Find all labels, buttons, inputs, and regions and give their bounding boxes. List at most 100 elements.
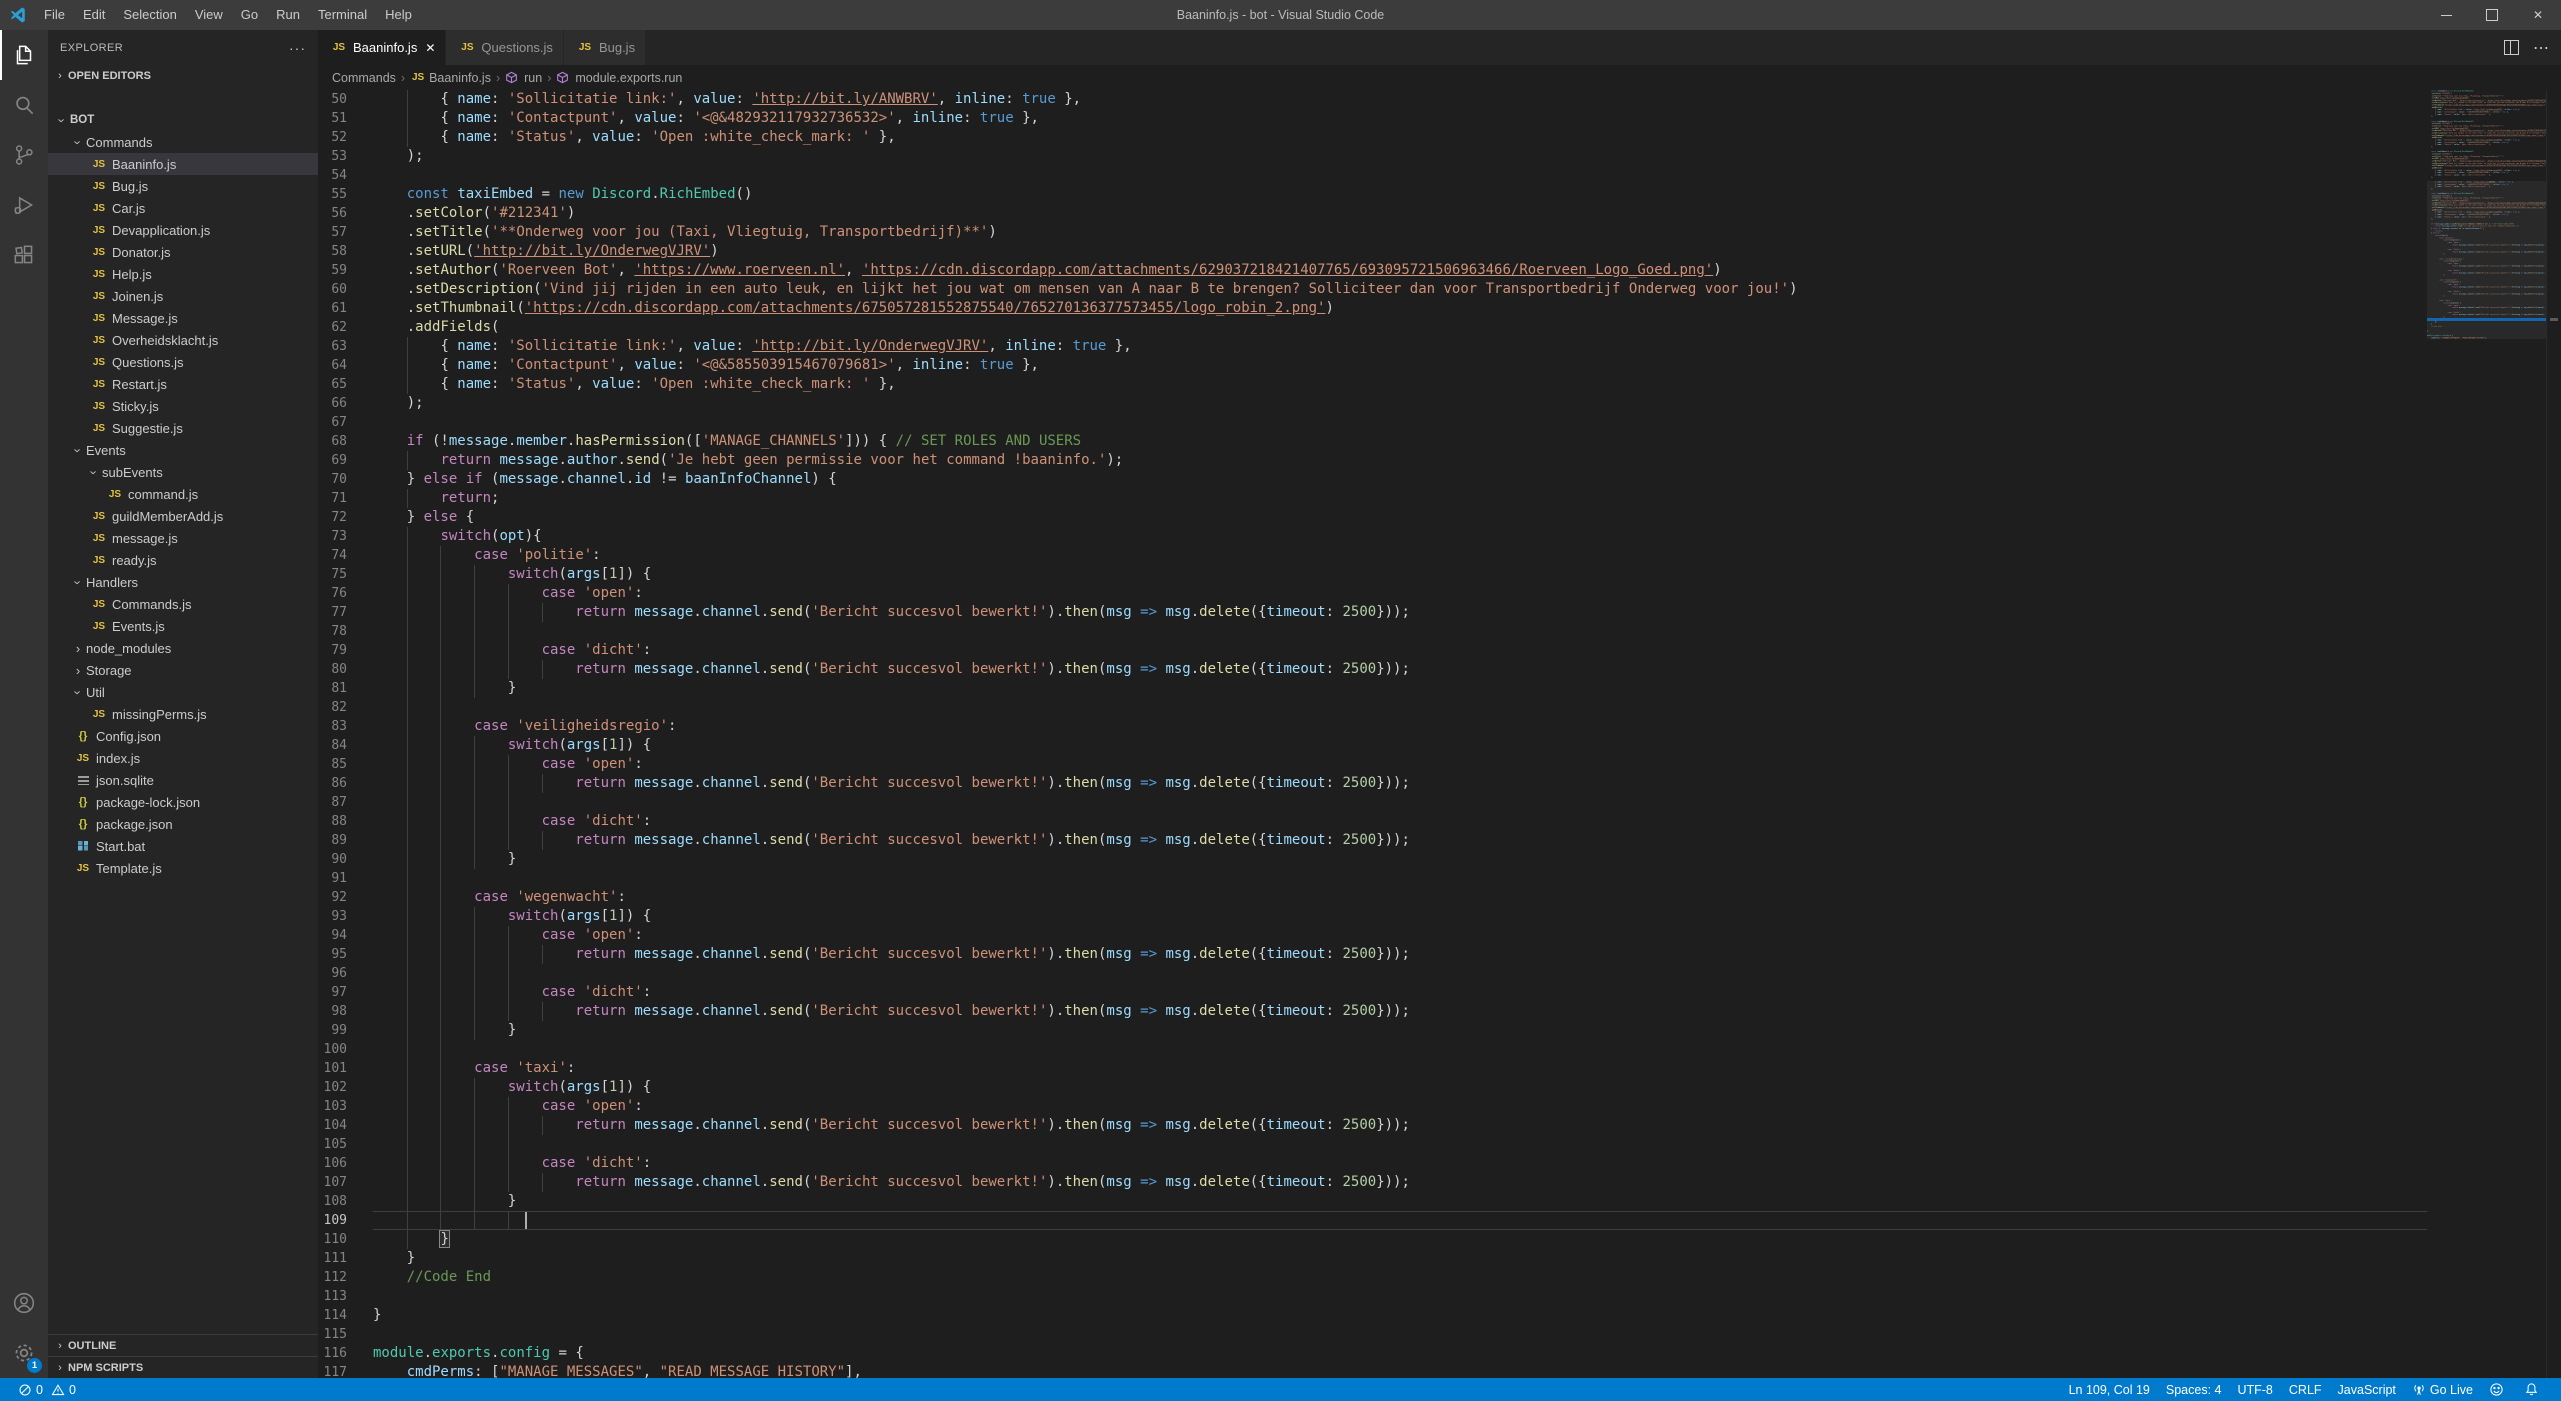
code-line-92[interactable]: case 'wegenwacht':: [373, 888, 2427, 907]
activity-extensions-button[interactable]: [0, 230, 48, 280]
menu-view[interactable]: View: [186, 0, 232, 30]
code-line-62[interactable]: .addFields(: [373, 318, 2427, 337]
split-editor-icon[interactable]: [2504, 40, 2519, 55]
code-line-77[interactable]: return message.channel.send('Bericht suc…: [373, 603, 2427, 622]
status-language-mode[interactable]: JavaScript: [2330, 1378, 2404, 1401]
code-line-86[interactable]: return message.channel.send('Bericht suc…: [373, 774, 2427, 793]
tree-file-overheidsklacht-js[interactable]: JSOverheidsklacht.js: [48, 329, 318, 351]
tree-folder-util[interactable]: ›Util: [48, 681, 318, 703]
tab-baaninfo-js[interactable]: JSBaaninfo.js✕: [318, 30, 446, 65]
code-line-78[interactable]: [373, 622, 2427, 641]
code-line-91[interactable]: [373, 869, 2427, 888]
status-indentation[interactable]: Spaces: 4: [2158, 1378, 2230, 1401]
code-line-74[interactable]: case 'politie':: [373, 546, 2427, 565]
code-line-60[interactable]: .setDescription('Vind jij rijden in een …: [373, 280, 2427, 299]
code-line-93[interactable]: switch(args[1]) {: [373, 907, 2427, 926]
status-go-live[interactable]: Go Live: [2404, 1378, 2481, 1401]
tree-file-questions-js[interactable]: JSQuestions.js: [48, 351, 318, 373]
tree-file-missingperms-js[interactable]: JSmissingPerms.js: [48, 703, 318, 725]
code-line-96[interactable]: [373, 964, 2427, 983]
code-line-106[interactable]: case 'dicht':: [373, 1154, 2427, 1173]
code-line-50[interactable]: { name: 'Sollicitatie link:', value: 'ht…: [373, 90, 2427, 109]
tree-file-joinen-js[interactable]: JSJoinen.js: [48, 285, 318, 307]
code-line-72[interactable]: } else {: [373, 508, 2427, 527]
tree-file-json-sqlite[interactable]: json.sqlite: [48, 769, 318, 791]
tree-folder-storage[interactable]: ›Storage: [48, 659, 318, 681]
tree-file-help-js[interactable]: JSHelp.js: [48, 263, 318, 285]
tree-file-command-js[interactable]: JScommand.js: [48, 483, 318, 505]
code-line-80[interactable]: return message.channel.send('Bericht suc…: [373, 660, 2427, 679]
activity-settings-button[interactable]: 1: [0, 1328, 48, 1378]
feedback-smiley-icon[interactable]: [2481, 1378, 2516, 1401]
open-editors-section[interactable]: › OPEN EDITORS: [48, 65, 318, 87]
code-line-83[interactable]: case 'veiligheidsregio':: [373, 717, 2427, 736]
tree-file-events-js[interactable]: JSEvents.js: [48, 615, 318, 637]
breadcrumb-run[interactable]: run: [505, 71, 542, 85]
code-line-114[interactable]: }: [373, 1306, 2427, 1325]
code-line-100[interactable]: [373, 1040, 2427, 1059]
tree-file-devapplication-js[interactable]: JSDevapplication.js: [48, 219, 318, 241]
breadcrumb-commands[interactable]: Commands: [332, 71, 396, 85]
code-line-70[interactable]: } else if (message.channel.id != baanInf…: [373, 470, 2427, 489]
tree-folder-bot[interactable]: ›BOT: [48, 109, 318, 131]
code-line-110[interactable]: }: [373, 1230, 2427, 1249]
code-line-117[interactable]: cmdPerms: ["MANAGE_MESSAGES", "READ_MESS…: [373, 1363, 2427, 1378]
status-encoding[interactable]: UTF-8: [2229, 1378, 2280, 1401]
tree-file-template-js[interactable]: JSTemplate.js: [48, 857, 318, 879]
code-line-98[interactable]: return message.channel.send('Bericht suc…: [373, 1002, 2427, 1021]
code-line-66[interactable]: );: [373, 394, 2427, 413]
code-line-88[interactable]: case 'dicht':: [373, 812, 2427, 831]
code-line-101[interactable]: case 'taxi':: [373, 1059, 2427, 1078]
code-line-99[interactable]: }: [373, 1021, 2427, 1040]
overview-ruler-scrollbar[interactable]: [2546, 90, 2561, 1378]
code-line-95[interactable]: return message.channel.send('Bericht suc…: [373, 945, 2427, 964]
tree-file-commands-js[interactable]: JSCommands.js: [48, 593, 318, 615]
activity-source-control-button[interactable]: [0, 130, 48, 180]
minimap-viewport[interactable]: [2427, 181, 2547, 339]
tree-file-message-js[interactable]: JSmessage.js: [48, 527, 318, 549]
tab-bug-js[interactable]: JSBug.js: [564, 30, 646, 65]
notifications-bell-icon[interactable]: [2516, 1378, 2551, 1401]
tab-close-icon[interactable]: ✕: [425, 41, 435, 55]
minimap[interactable]: const taxiEmbed = new Discord.RichEmbed(…: [2427, 90, 2547, 1378]
tree-file-restart-js[interactable]: JSRestart.js: [48, 373, 318, 395]
tree-folder-node-modules[interactable]: ›node_modules: [48, 637, 318, 659]
status-eol[interactable]: CRLF: [2281, 1378, 2330, 1401]
code-line-69[interactable]: return message.author.send('Je hebt geen…: [373, 451, 2427, 470]
close-button[interactable]: ✕: [2515, 0, 2561, 30]
code-line-89[interactable]: return message.channel.send('Bericht suc…: [373, 831, 2427, 850]
code-line-71[interactable]: return;: [373, 489, 2427, 508]
code-line-84[interactable]: switch(args[1]) {: [373, 736, 2427, 755]
tree-folder-subevents[interactable]: ›subEvents: [48, 461, 318, 483]
problems-indicator[interactable]: 0 0: [10, 1378, 84, 1401]
menu-run[interactable]: Run: [267, 0, 309, 30]
breadcrumb-module-exports-run[interactable]: module.exports.run: [556, 71, 682, 85]
code-line-64[interactable]: { name: 'Contactpunt', value: '<@&585503…: [373, 356, 2427, 375]
code-line-81[interactable]: }: [373, 679, 2427, 698]
code-line-111[interactable]: }: [373, 1249, 2427, 1268]
code-line-68[interactable]: if (!message.member.hasPermission(['MANA…: [373, 432, 2427, 451]
outline-section[interactable]: › OUTLINE: [48, 1334, 318, 1356]
tree-file-baaninfo-js[interactable]: JSBaaninfo.js: [48, 153, 318, 175]
tree-folder-events[interactable]: ›Events: [48, 439, 318, 461]
minimize-button[interactable]: [2423, 0, 2469, 30]
tree-folder-commands[interactable]: ›Commands: [48, 131, 318, 153]
tree-file-package-json[interactable]: {}package.json: [48, 813, 318, 835]
tree-file-package-lock-json[interactable]: {}package-lock.json: [48, 791, 318, 813]
menu-file[interactable]: File: [35, 0, 74, 30]
code-line-51[interactable]: { name: 'Contactpunt', value: '<@&482932…: [373, 109, 2427, 128]
tree-file-guildmemberadd-js[interactable]: JSguildMemberAdd.js: [48, 505, 318, 527]
tab-questions-js[interactable]: JSQuestions.js: [446, 30, 564, 65]
breadcrumb-baaninfo-js[interactable]: JSBaaninfo.js: [410, 71, 491, 85]
code-line-76[interactable]: case 'open':: [373, 584, 2427, 603]
tree-file-donator-js[interactable]: JSDonator.js: [48, 241, 318, 263]
code-line-104[interactable]: return message.channel.send('Bericht suc…: [373, 1116, 2427, 1135]
code-line-112[interactable]: //Code End: [373, 1268, 2427, 1287]
code-line-108[interactable]: }: [373, 1192, 2427, 1211]
tree-file-sticky-js[interactable]: JSSticky.js: [48, 395, 318, 417]
tree-file-car-js[interactable]: JSCar.js: [48, 197, 318, 219]
menu-edit[interactable]: Edit: [74, 0, 114, 30]
code-line-109[interactable]: [373, 1211, 2427, 1230]
code-line-103[interactable]: case 'open':: [373, 1097, 2427, 1116]
code-line-73[interactable]: switch(opt){: [373, 527, 2427, 546]
